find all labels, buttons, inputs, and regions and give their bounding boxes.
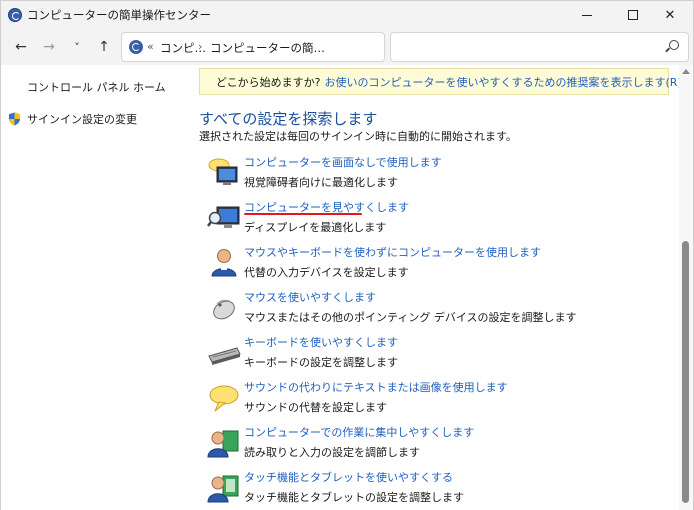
- up-button[interactable]: ↑: [93, 37, 115, 57]
- scroll-up-arrow-icon[interactable]: [682, 69, 690, 74]
- make-mouse-easier-link[interactable]: マウスを使いやすくします: [244, 289, 376, 305]
- breadcrumb-chevron-icon[interactable]: ›: [198, 40, 202, 53]
- highlight-underline: [244, 213, 362, 215]
- search-input[interactable]: [390, 32, 689, 62]
- scrollbar-thumb[interactable]: [682, 241, 689, 503]
- signin-settings-link[interactable]: サインイン設定の変更: [8, 111, 137, 127]
- text-instead-of-sound-link[interactable]: サウンドの代わりにテキストまたは画像を使用します: [244, 379, 508, 395]
- item-description: 視覚障碍者向けに最適化します: [244, 176, 398, 189]
- item-description: 代替の入力デバイスを設定します: [244, 266, 409, 279]
- forward-button[interactable]: →: [38, 37, 60, 57]
- close-button[interactable]: ✕: [647, 1, 693, 29]
- window-title: コンピューターの簡単操作センター: [27, 8, 211, 22]
- app-window: コンピューターの簡単操作センター ✕ ← → ˅ ↑ « コンピ… › コンピュ…: [0, 0, 694, 510]
- navigation-bar: ← → ˅ ↑ « コンピ… › コンピューターの簡… ˅ ↻: [1, 29, 693, 65]
- item-description: タッチ機能とタブレットの設定を調整します: [244, 491, 464, 504]
- list-item: マウスを使いやすくします マウスまたはその他のポインティング デバイスの設定を調…: [207, 289, 667, 329]
- uac-shield-icon: [9, 112, 20, 126]
- ease-of-access-icon: [8, 8, 22, 22]
- list-item: マウスやキーボードを使わずにコンピューターを使用します 代替の入力デバイスを設定…: [207, 244, 667, 284]
- item-description: マウスまたはその他のポインティング デバイスの設定を調整します: [244, 311, 577, 324]
- page-title: すべての設定を探索します: [199, 110, 378, 128]
- list-item: サウンドの代わりにテキストまたは画像を使用します サウンドの代替を設定します: [207, 379, 667, 419]
- mouse-icon: [213, 299, 235, 320]
- page-description: 選択された設定は毎回のサインイン時に自動的に開始されます。: [199, 130, 517, 143]
- item-description: 読み取りと入力の設定を調節します: [244, 446, 420, 459]
- recent-locations-button[interactable]: ˅: [66, 37, 88, 57]
- use-without-mouse-keyboard-link[interactable]: マウスやキーボードを使わずにコンピューターを使用します: [244, 244, 541, 260]
- search-icon: [669, 40, 679, 50]
- list-item: コンピューターを画面なしで使用します 視覚障碍者向けに最適化します: [207, 154, 667, 194]
- close-icon: ✕: [664, 7, 676, 23]
- minimize-button[interactable]: [564, 1, 610, 29]
- address-bar[interactable]: « コンピ… › コンピューターの簡… ˅ ↻: [121, 32, 493, 62]
- touch-and-tablet-link[interactable]: タッチ機能とタブレットを使いやすくする: [244, 469, 453, 485]
- arrow-left-icon: ←: [15, 39, 27, 55]
- minimize-icon: [582, 14, 592, 16]
- ease-of-access-icon: [129, 40, 143, 54]
- item-description: ディスプレイを最適化します: [244, 221, 387, 234]
- user-icon: [211, 249, 237, 277]
- list-item: コンピューターを見やすくします ディスプレイを最適化します: [207, 199, 667, 239]
- maximize-icon: [628, 10, 638, 20]
- breadcrumb-item[interactable]: コンピューターの簡…: [210, 40, 325, 56]
- use-without-display-link[interactable]: コンピューターを画面なしで使用します: [244, 154, 442, 170]
- breadcrumb-overflow-icon[interactable]: «: [147, 40, 154, 53]
- item-description: サウンドの代替を設定します: [244, 401, 387, 414]
- back-button[interactable]: ←: [10, 37, 32, 57]
- title-bar: コンピューターの簡単操作センター ✕: [1, 1, 693, 29]
- user-tablet-icon: [207, 475, 239, 503]
- vertical-scrollbar[interactable]: [679, 65, 693, 510]
- list-item: キーボードを使いやすくします キーボードの設定を調整します: [207, 334, 667, 374]
- item-description: キーボードの設定を調整します: [244, 356, 398, 369]
- monitor-speech-icon: [208, 158, 238, 185]
- arrow-right-icon: →: [43, 39, 55, 55]
- recommendations-link[interactable]: お使いのコンピューターを使いやすくするための推奨案を表示します(R): [325, 74, 679, 90]
- list-item: タッチ機能とタブレットを使いやすくする タッチ機能とタブレットの設定を調整します: [207, 469, 667, 509]
- keyboard-icon: [208, 347, 241, 365]
- speech-bubble-icon: [209, 385, 239, 412]
- main-content: どこから始めますか? お使いのコンピューターを使いやすくするための推奨案を表示し…: [191, 65, 679, 510]
- signin-settings-label: サインイン設定の変更: [27, 113, 137, 126]
- control-panel-home-link[interactable]: コントロール パネル ホーム: [27, 79, 166, 95]
- magnifier-monitor-icon: [207, 206, 240, 228]
- chevron-down-icon: ˅: [74, 40, 80, 54]
- tip-bar: どこから始めますか? お使いのコンピューターを使いやすくするための推奨案を表示し…: [199, 68, 679, 95]
- arrow-up-icon: ↑: [98, 39, 110, 55]
- focus-on-tasks-link[interactable]: コンピューターでの作業に集中しやすくします: [244, 424, 474, 440]
- tip-text: どこから始めますか?: [216, 75, 321, 89]
- make-keyboard-easier-link[interactable]: キーボードを使いやすくします: [244, 334, 398, 350]
- sidebar: コントロール パネル ホーム サインイン設定の変更: [1, 65, 191, 510]
- list-item: コンピューターでの作業に集中しやすくします 読み取りと入力の設定を調節します: [207, 424, 667, 464]
- user-book-icon: [207, 430, 239, 458]
